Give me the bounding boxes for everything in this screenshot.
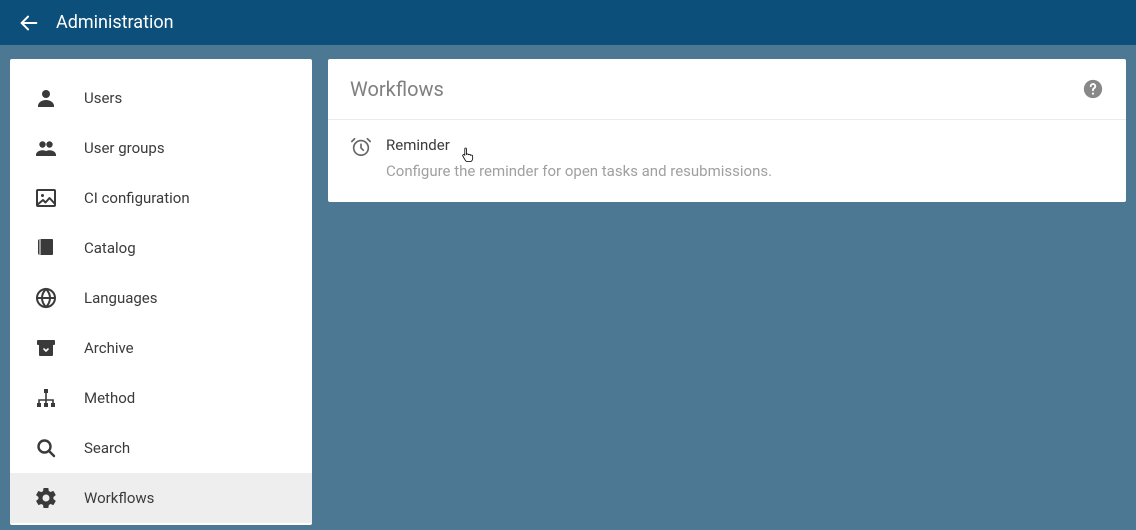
sidebar-item-label: User groups [84,139,165,157]
arrow-back-icon [18,12,40,34]
back-button[interactable] [14,8,44,38]
sidebar: Users User groups CI configuration Catal… [10,59,312,525]
sidebar-item-ci-configuration[interactable]: CI configuration [10,173,312,223]
panel-item-text: Reminder Configure the reminder for open… [386,136,772,180]
content-area: Users User groups CI configuration Catal… [0,45,1136,530]
panel-item-description: Configure the reminder for open tasks an… [386,162,772,180]
sidebar-item-user-groups[interactable]: User groups [10,123,312,173]
panel-header: Workflows [328,59,1126,120]
sidebar-item-archive[interactable]: Archive [10,323,312,373]
sidebar-item-label: Catalog [84,239,136,257]
sidebar-item-languages[interactable]: Languages [10,273,312,323]
users-icon [34,136,58,160]
sidebar-item-label: Search [84,439,130,457]
sidebar-item-label: Method [84,389,135,407]
globe-icon [34,286,58,310]
user-icon [34,86,58,110]
page-title: Administration [56,12,174,33]
book-icon [34,236,58,260]
search-icon [34,436,58,460]
sidebar-item-workflows[interactable]: Workflows [10,473,312,523]
alarm-icon [350,136,372,158]
help-button[interactable] [1082,78,1104,100]
top-bar: Administration [0,0,1136,45]
image-icon [34,186,58,210]
panel-item-reminder[interactable]: Reminder Configure the reminder for open… [328,120,1126,202]
sidebar-item-method[interactable]: Method [10,373,312,423]
main-area: Workflows Reminder Configure the reminde… [328,59,1126,525]
gear-icon [34,486,58,510]
sidebar-item-label: Workflows [84,489,154,507]
sidebar-item-search[interactable]: Search [10,423,312,473]
sidebar-item-label: Languages [84,289,158,307]
panel-item-title: Reminder [386,136,772,154]
sidebar-item-label: Users [84,89,122,107]
panel-title: Workflows [350,77,444,101]
sidebar-item-users[interactable]: Users [10,73,312,123]
sidebar-item-label: CI configuration [84,189,190,207]
sidebar-item-label: Archive [84,339,134,357]
hierarchy-icon [34,386,58,410]
sidebar-item-catalog[interactable]: Catalog [10,223,312,273]
workflows-panel: Workflows Reminder Configure the reminde… [328,59,1126,202]
archive-icon [34,336,58,360]
